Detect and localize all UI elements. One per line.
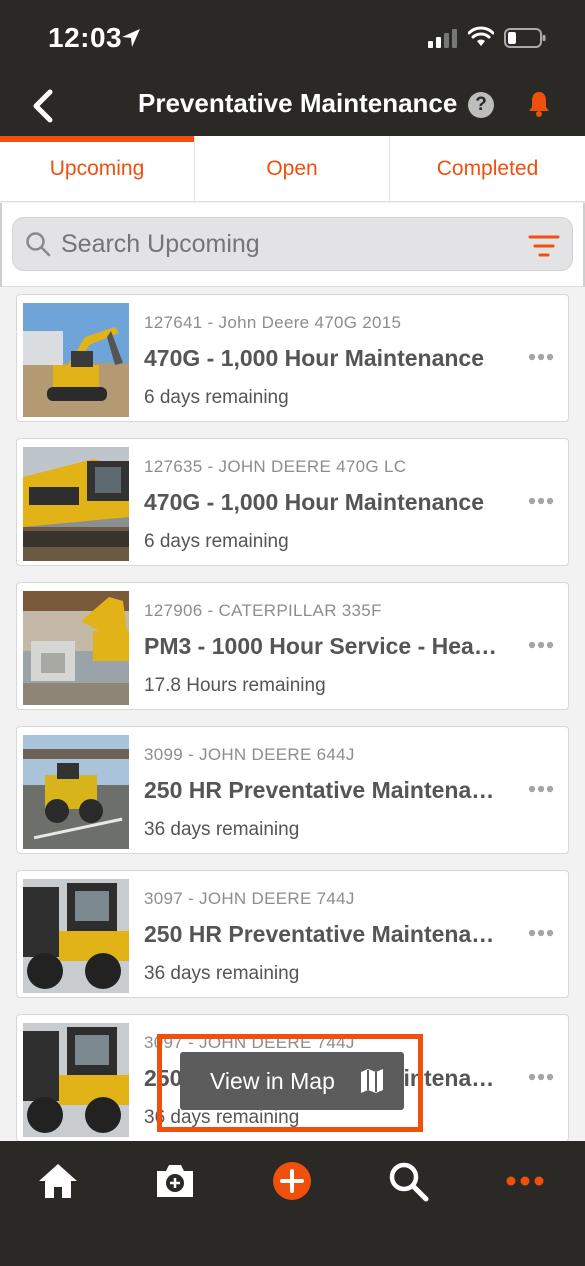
list-item[interactable]: 3099 - JOHN DEERE 644J 250 HR Preventati… <box>16 726 569 854</box>
wifi-icon <box>468 26 494 46</box>
list-item[interactable]: 127641 - John Deere 470G 2015 470G - 1,0… <box>16 294 569 422</box>
list-item[interactable]: 127635 - JOHN DEERE 470G LC 470G - 1,000… <box>16 438 569 566</box>
location-arrow-icon <box>122 29 140 47</box>
notification-bell-icon[interactable] <box>526 90 552 118</box>
segment-tabs: Upcoming Open Completed <box>0 136 585 202</box>
cellular-signal-icon <box>428 29 457 48</box>
asset-label: 3099 - JOHN DEERE 644J <box>144 745 355 764</box>
search-box[interactable] <box>12 217 573 271</box>
equipment-photo <box>23 735 129 849</box>
add-icon[interactable] <box>270 1159 314 1203</box>
equipment-photo <box>23 879 129 993</box>
battery-icon <box>504 28 546 48</box>
nav-bar: Preventative Maintenance ? <box>0 80 585 136</box>
tab-open[interactable]: Open <box>195 136 390 202</box>
asset-label: 127641 - John Deere 470G 2015 <box>144 313 402 332</box>
equipment-photo <box>23 591 129 705</box>
asset-label: 3097 - JOHN DEERE 744J <box>144 889 355 908</box>
more-icon[interactable] <box>503 1159 547 1203</box>
bottom-tab-bar <box>0 1141 585 1266</box>
search-area <box>0 203 585 287</box>
map-icon <box>361 1069 383 1093</box>
search-icon[interactable] <box>386 1159 430 1203</box>
tab-completed[interactable]: Completed <box>390 136 585 202</box>
time-remaining: 6 days remaining <box>144 531 289 552</box>
tab-upcoming[interactable]: Upcoming <box>0 136 195 202</box>
status-bar: 12:03 <box>0 0 585 80</box>
list-item[interactable]: 3097 - JOHN DEERE 744J 250 HR Preventati… <box>16 870 569 998</box>
more-options-icon[interactable] <box>528 785 554 793</box>
search-icon <box>26 232 51 257</box>
time-remaining: 17.8 Hours remaining <box>144 675 326 696</box>
more-options-icon[interactable] <box>528 929 554 937</box>
equipment-photo <box>23 1023 129 1137</box>
maintenance-title: 470G - 1,000 Hour Maintenance <box>144 489 485 515</box>
search-input[interactable] <box>61 230 481 259</box>
time-remaining: 6 days remaining <box>144 387 289 408</box>
time-remaining: 36 days remaining <box>144 819 300 840</box>
equipment-photo <box>23 447 129 561</box>
asset-label: 127635 - JOHN DEERE 470G LC <box>144 457 407 476</box>
maintenance-title: 250 HR Preventative Maintena… <box>144 777 495 803</box>
time-remaining: 36 days remaining <box>144 963 300 984</box>
maintenance-title: 250 HR Preventative Maintena… <box>144 921 495 947</box>
more-options-icon[interactable] <box>528 353 554 361</box>
filter-icon[interactable] <box>528 234 560 258</box>
asset-label: 127906 - CATERPILLAR 335F <box>144 601 382 620</box>
more-options-icon[interactable] <box>528 641 554 649</box>
back-button[interactable] <box>26 86 66 126</box>
maintenance-title: PM3 - 1000 Hour Service - Hea… <box>144 633 497 659</box>
page-title: Preventative Maintenance <box>138 88 458 118</box>
maintenance-title: 470G - 1,000 Hour Maintenance <box>144 345 485 371</box>
more-options-icon[interactable] <box>528 497 554 505</box>
status-time: 12:03 <box>48 22 123 53</box>
list-item[interactable]: 127906 - CATERPILLAR 335F PM3 - 1000 Hou… <box>16 582 569 710</box>
view-in-map-button[interactable]: View in Map <box>180 1052 404 1110</box>
help-button[interactable]: ? <box>468 92 494 118</box>
camera-icon[interactable] <box>153 1159 197 1203</box>
home-icon[interactable] <box>36 1159 80 1203</box>
more-options-icon[interactable] <box>528 1073 554 1081</box>
view-in-map-label: View in Map <box>210 1068 335 1094</box>
equipment-photo <box>23 303 129 417</box>
